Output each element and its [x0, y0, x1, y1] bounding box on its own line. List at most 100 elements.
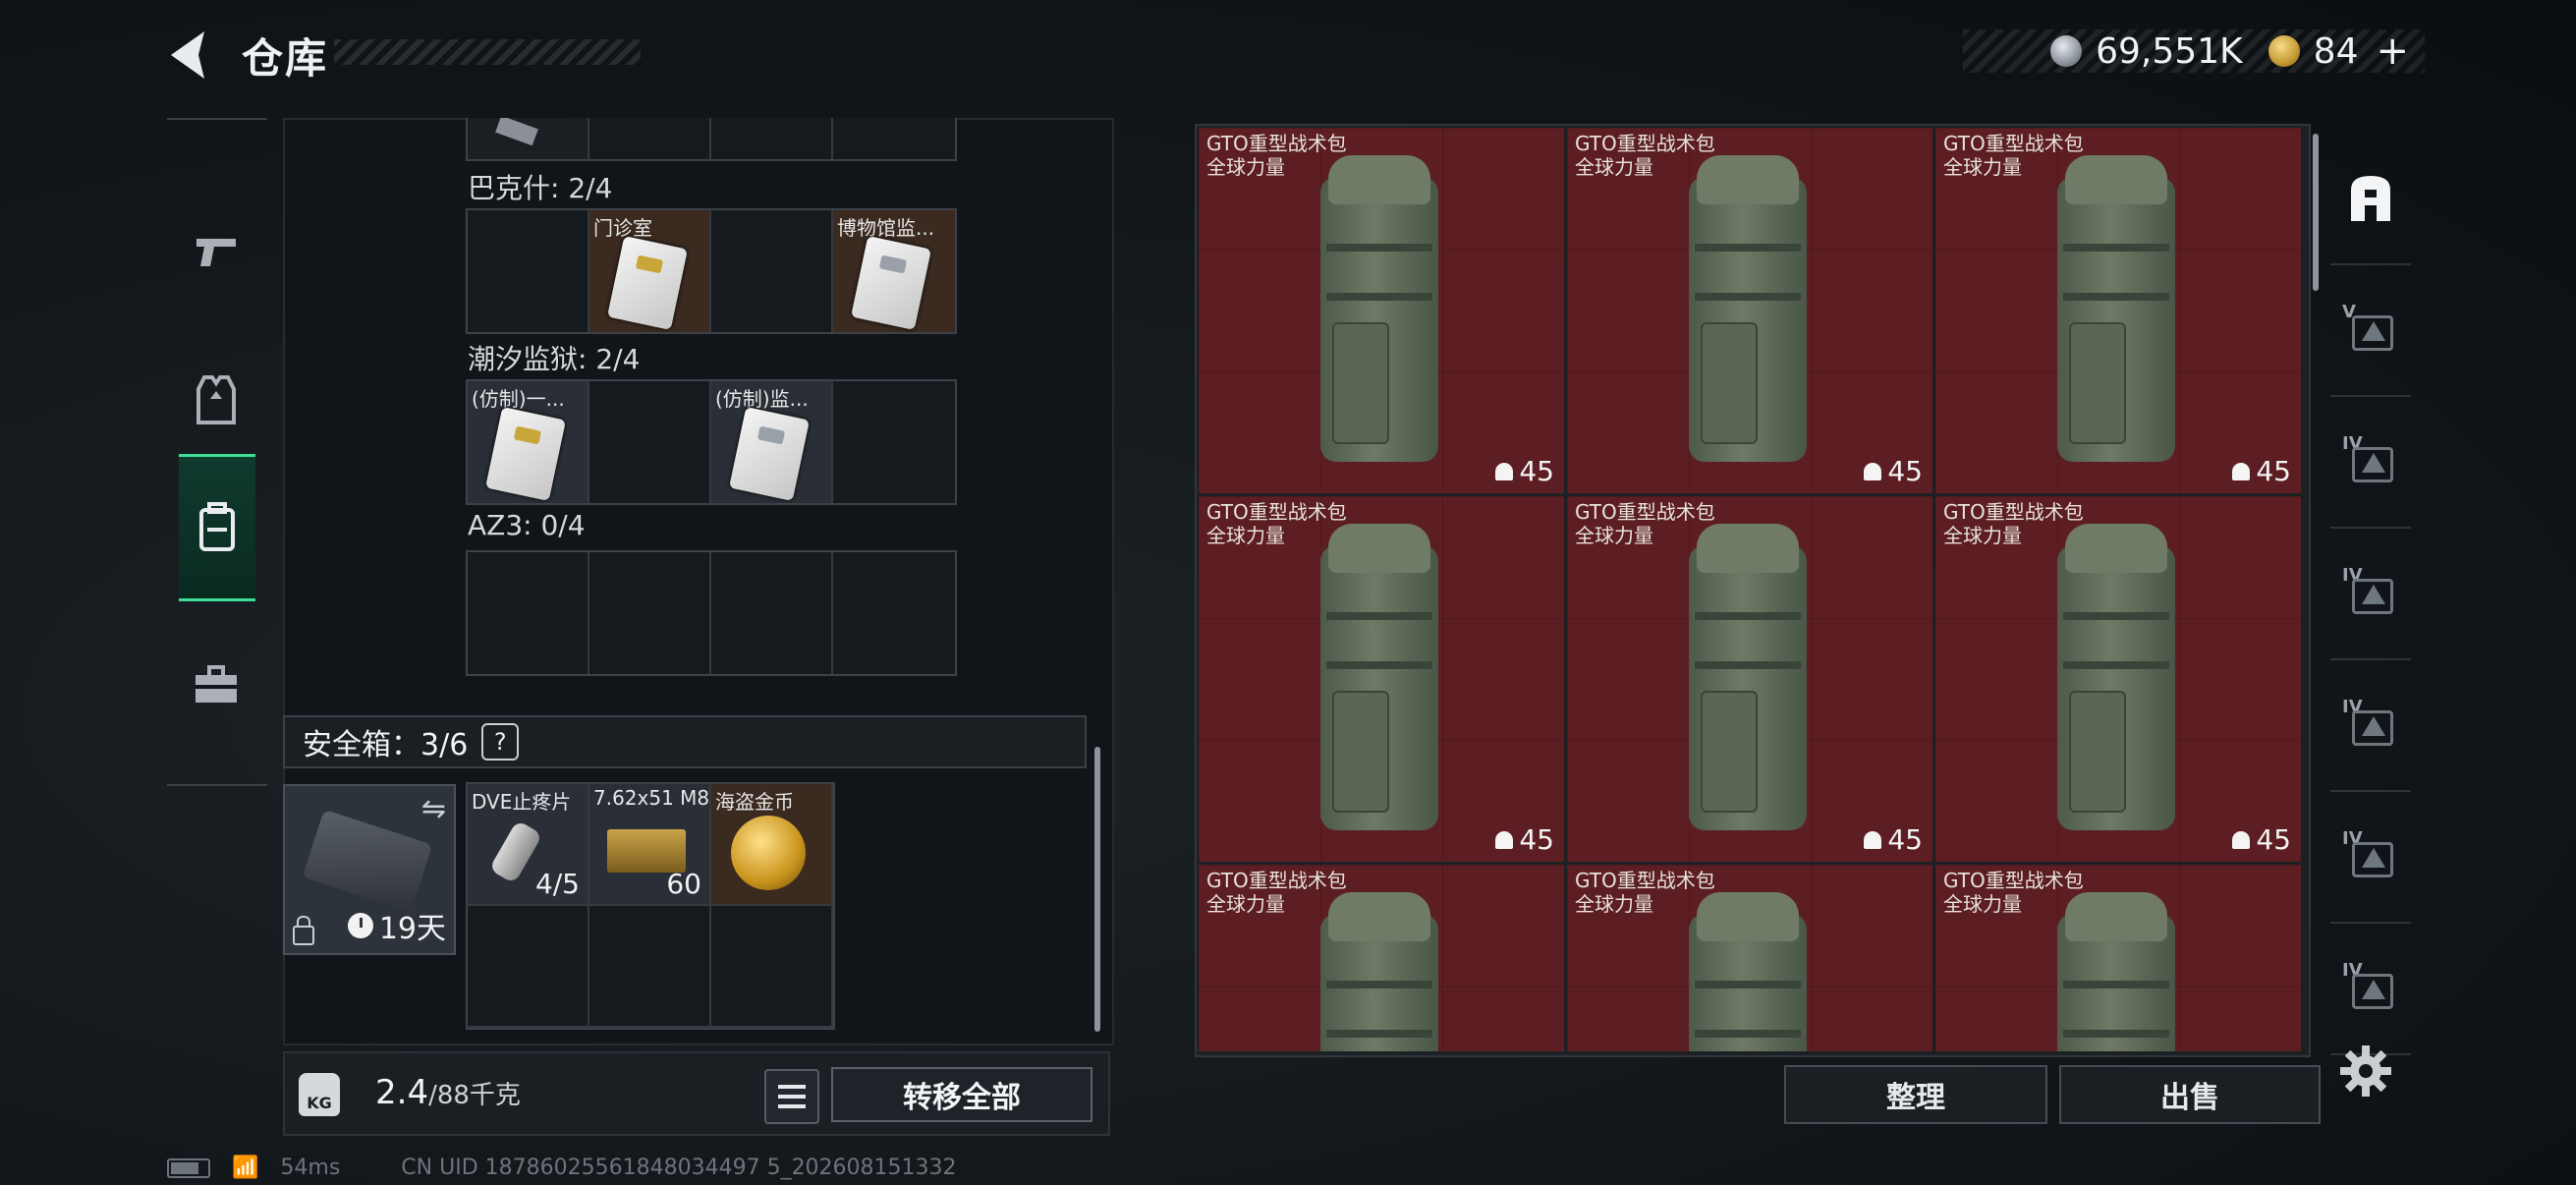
backpack-grid-viewport: GTO重型战术包 全球力量 45 GTO重型战术包 全球力量 45 GTO重型战术包 全球力量…: [1199, 128, 2303, 1051]
keycard-image: [728, 407, 811, 501]
weight-icon: KG: [299, 1073, 340, 1116]
grid-cell[interactable]: [711, 118, 833, 159]
lock-icon: [293, 916, 314, 945]
backpack-image: [1675, 524, 1822, 838]
backpack-filter-icon: [2351, 176, 2390, 221]
tier-icon: V: [2342, 302, 2399, 357]
uid-text: CN UID 18786025561848034497 5_2026081513…: [401, 1156, 957, 1180]
filter-tier-5[interactable]: IV: [2330, 790, 2411, 924]
weight-max: /88千克: [428, 1081, 521, 1110]
back-icon[interactable]: [165, 28, 214, 83]
item-level: 45: [1864, 455, 1923, 487]
item-painkiller[interactable]: DVE止疼片 4/5: [468, 784, 589, 906]
backpack-image: [1307, 524, 1454, 838]
backpack-item[interactable]: GTO重型战术包全球力量45: [1935, 128, 2301, 493]
list-icon: [778, 1085, 806, 1089]
storage-scrollbar[interactable]: [1094, 747, 1100, 1032]
rail-item-weapons[interactable]: [167, 179, 265, 326]
keycard-image: [850, 236, 932, 330]
keycard-image: [606, 236, 689, 330]
sort-button[interactable]: 整理: [1784, 1065, 2047, 1124]
filter-tier-1[interactable]: V: [2330, 263, 2411, 397]
grid-cell[interactable]: [589, 381, 711, 503]
filter-tier-4[interactable]: IV: [2330, 658, 2411, 792]
item-fragment: [495, 118, 538, 146]
helmet-icon: [1495, 830, 1514, 849]
storage-footer: KG 2.4/88千克 转移全部: [283, 1051, 1110, 1136]
safe-box-grid: DVE止疼片 4/5 7.62x51 M80 60 海盗金币: [466, 782, 835, 1030]
currency-bar: 69,551K 84 +: [1963, 28, 2425, 74]
battery-icon: [167, 1157, 210, 1178]
grid-cell[interactable]: [711, 552, 833, 674]
item-replica-keycard[interactable]: (仿制)一...: [468, 381, 589, 503]
status-bar: 📶 54ms CN UID 18786025561848034497 5_202…: [167, 1156, 957, 1180]
helmet-icon: [1864, 462, 1882, 480]
backpack-image: [2044, 155, 2191, 470]
item-replica-prison-keycard[interactable]: (仿制)监...: [711, 381, 833, 503]
collection-row: (仿制)一... (仿制)监...: [466, 379, 957, 505]
rail-item-armor[interactable]: [167, 326, 265, 474]
backpack-item[interactable]: GTO重型战术包全球力量45: [1199, 865, 1564, 1051]
backpack-image: [2044, 892, 2191, 1051]
category-rail: [167, 118, 267, 786]
grid-cell[interactable]: [589, 118, 711, 159]
grid-cell[interactable]: [711, 906, 833, 1028]
clock-icon: [347, 913, 373, 938]
grid-cell[interactable]: [589, 552, 711, 674]
backpack-item[interactable]: GTO重型战术包全球力量45: [1567, 865, 1932, 1051]
collection-label: AZ3: 0/4: [468, 509, 586, 541]
backpack-item[interactable]: GTO重型战术包全球力量45: [1935, 865, 2301, 1051]
rail-item-backpack[interactable]: [179, 454, 255, 601]
filter-tier-2[interactable]: IV: [2330, 395, 2411, 529]
grid-cell[interactable]: [589, 906, 711, 1028]
add-currency-button[interactable]: +: [2376, 28, 2409, 74]
ammo-box-image: [607, 829, 686, 873]
backpack-item[interactable]: GTO重型战术包全球力量45: [1567, 496, 1932, 862]
grid-cell[interactable]: [468, 210, 589, 332]
item-level: 45: [1864, 823, 1923, 856]
grid-cell[interactable]: [468, 552, 589, 674]
helmet-icon: [2232, 830, 2251, 849]
filter-tier-6[interactable]: IV: [2330, 922, 2411, 1055]
collection-label: 潮汐监狱: 2/4: [468, 343, 641, 375]
item-level: 45: [2232, 455, 2291, 487]
item-pirate-coin[interactable]: 海盗金币: [711, 784, 833, 906]
backpack-item[interactable]: GTO重型战术包全球力量45: [1199, 128, 1564, 493]
grid-cell[interactable]: [468, 906, 589, 1028]
rail-item-tools[interactable]: [167, 611, 265, 759]
grid-cell[interactable]: [833, 381, 955, 503]
grid-cell[interactable]: [468, 118, 589, 159]
safe-box-case[interactable]: ⇋ 19天: [283, 784, 456, 955]
item-clinic-keycard[interactable]: 门诊室: [589, 210, 711, 332]
grid-cell[interactable]: [833, 552, 955, 674]
wifi-icon: 📶: [232, 1156, 259, 1180]
backpack-scrollbar[interactable]: [2313, 134, 2319, 291]
weight-readout: 2.4/88千克: [375, 1073, 521, 1112]
filter-all[interactable]: [2330, 132, 2411, 265]
weight-value: 2.4: [375, 1073, 429, 1112]
case-image: [302, 809, 433, 913]
tier-icon: IV: [2342, 697, 2399, 752]
swap-icon[interactable]: ⇋: [421, 792, 446, 826]
transfer-all-button[interactable]: 转移全部: [831, 1067, 1092, 1122]
grid-cell[interactable]: [833, 118, 955, 159]
armor-vest-icon: [196, 375, 236, 424]
backpack-item[interactable]: GTO重型战术包全球力量45: [1935, 496, 2301, 862]
grid-cell[interactable]: [711, 210, 833, 332]
toolbox-icon: [196, 665, 237, 703]
item-museum-keycard[interactable]: 博物馆监...: [833, 210, 955, 332]
help-icon[interactable]: ?: [481, 723, 520, 761]
filter-tier-3[interactable]: IV: [2330, 527, 2411, 660]
backpack-image: [1675, 892, 1822, 1051]
sell-button[interactable]: 出售: [2059, 1065, 2321, 1124]
gear-icon[interactable]: [2338, 1044, 2393, 1099]
safe-box-header: 安全箱：3/6 ?: [283, 715, 1087, 768]
backpack-image: [1307, 155, 1454, 470]
pistol-icon: [196, 239, 236, 266]
gold-coin-icon: [2268, 35, 2300, 67]
backpack-item[interactable]: GTO重型战术包全球力量45: [1567, 128, 1932, 493]
list-view-button[interactable]: [764, 1069, 819, 1124]
item-ammo[interactable]: 7.62x51 M80 60: [589, 784, 711, 906]
backpack-item[interactable]: GTO重型战术包全球力量45: [1199, 496, 1564, 862]
tier-icon: IV: [2342, 433, 2399, 488]
